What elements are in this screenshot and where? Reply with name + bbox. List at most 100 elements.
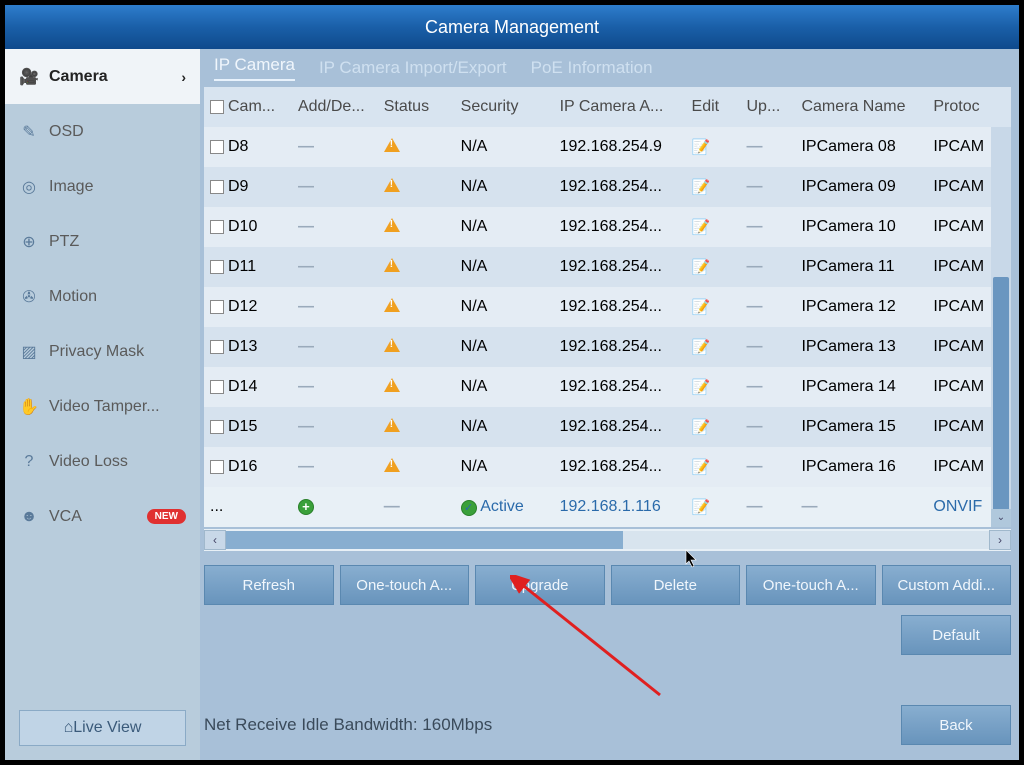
tabs: IP Camera IP Camera Import/Export PoE Info… <box>204 49 1011 87</box>
edit-icon[interactable]: 📝 <box>692 459 711 476</box>
edit-icon[interactable]: 📝 <box>692 139 711 156</box>
select-all-checkbox[interactable] <box>210 100 224 114</box>
sidebar-item-image[interactable]: ◎Image <box>5 159 200 214</box>
table-row[interactable]: D12—N/A192.168.254...📝—IPCamera 12IPCAM <box>204 287 1011 327</box>
security-cell: N/A <box>455 207 554 247</box>
add-delete-cell: — <box>298 418 314 435</box>
edit-icon[interactable]: 📝 <box>692 419 711 436</box>
column-header[interactable]: Security <box>455 87 554 127</box>
row-checkbox[interactable] <box>210 260 224 274</box>
security-cell: N/A <box>455 407 554 447</box>
camera-id: D11 <box>228 258 256 275</box>
live-view-button[interactable]: ⌂ Live View <box>19 710 186 746</box>
scroll-left-icon[interactable]: ‹ <box>204 530 226 550</box>
camera-name-cell: IPCamera 15 <box>795 407 927 447</box>
row-checkbox[interactable] <box>210 340 224 354</box>
security-cell: N/A <box>455 127 554 167</box>
table-row[interactable]: D16—N/A192.168.254...📝—IPCamera 16IPCAM <box>204 447 1011 487</box>
back-button[interactable]: Back <box>901 705 1011 745</box>
question-icon: ? <box>19 452 39 472</box>
sidebar-item-motion[interactable]: ✇Motion <box>5 269 200 324</box>
warning-icon <box>384 178 400 192</box>
upgrade-cell: — <box>746 418 762 435</box>
sidebar-item-vca[interactable]: ☻VCANEW <box>5 489 200 544</box>
row-checkbox[interactable] <box>210 300 224 314</box>
custom-adding-button[interactable]: Custom Addi... <box>882 565 1012 605</box>
vertical-scrollbar[interactable]: ⌄ <box>991 127 1011 527</box>
upgrade-button[interactable]: Upgrade <box>475 565 605 605</box>
column-header[interactable]: Camera Name <box>795 87 927 127</box>
sidebar-item-ptz[interactable]: ⊕PTZ <box>5 214 200 269</box>
refresh-button[interactable]: Refresh <box>204 565 334 605</box>
sidebar-item-privacy-mask[interactable]: ▨Privacy Mask <box>5 324 200 379</box>
camera-name-cell: IPCamera 10 <box>795 207 927 247</box>
camera-name-cell: IPCamera 12 <box>795 287 927 327</box>
add-delete-cell: — <box>298 218 314 235</box>
default-button[interactable]: Default <box>901 615 1011 655</box>
camera-icon: 🎥 <box>19 67 39 87</box>
edit-icon[interactable]: 📝 <box>692 259 711 276</box>
column-header[interactable]: Add/De... <box>292 87 378 127</box>
sidebar-item-video-tamper-[interactable]: ✋Video Tamper... <box>5 379 200 434</box>
camera-name-cell: IPCamera 13 <box>795 327 927 367</box>
row-checkbox[interactable] <box>210 380 224 394</box>
one-touch-adding-button[interactable]: One-touch A... <box>340 565 470 605</box>
edit-icon[interactable]: 📝 <box>692 499 711 516</box>
sidebar-item-osd[interactable]: ✎OSD <box>5 104 200 159</box>
tab-poe-information[interactable]: PoE Information <box>531 58 653 78</box>
row-checkbox[interactable] <box>210 460 224 474</box>
row-checkbox[interactable] <box>210 220 224 234</box>
camera-name-cell: IPCamera 08 <box>795 127 927 167</box>
ip-address-cell: 192.168.254... <box>554 247 686 287</box>
camera-id: D8 <box>228 138 248 155</box>
add-delete-cell: — <box>298 378 314 395</box>
upgrade-cell: — <box>746 298 762 315</box>
edit-icon[interactable]: 📝 <box>692 379 711 396</box>
table-row[interactable]: D9—N/A192.168.254...📝—IPCamera 09IPCAM <box>204 167 1011 207</box>
protocol-cell: ONVIF <box>933 498 982 515</box>
scrollbar-thumb[interactable] <box>993 277 1009 517</box>
live-view-label: Live View <box>73 719 141 737</box>
scroll-down-icon[interactable]: ⌄ <box>991 509 1011 527</box>
row-checkbox[interactable] <box>210 180 224 194</box>
sidebar-item-video-loss[interactable]: ?Video Loss <box>5 434 200 489</box>
row-checkbox[interactable] <box>210 420 224 434</box>
table-row[interactable]: D8—N/A192.168.254.9📝—IPCamera 08IPCAM <box>204 127 1011 167</box>
table-row[interactable]: D11—N/A192.168.254...📝—IPCamera 11IPCAM <box>204 247 1011 287</box>
camera-name-cell: — <box>801 498 817 515</box>
warning-icon <box>384 418 400 432</box>
table-row-discovered[interactable]: ...+—✓ Active192.168.1.116📝——ONVIF <box>204 487 1011 527</box>
camera-id: ... <box>204 487 292 527</box>
scroll-right-icon[interactable]: › <box>989 530 1011 550</box>
upgrade-cell: — <box>746 138 762 155</box>
horizontal-scrollbar[interactable]: ‹ › <box>204 529 1011 551</box>
edit-icon[interactable]: 📝 <box>692 179 711 196</box>
add-icon[interactable]: + <box>298 499 314 515</box>
edit-icon[interactable]: 📝 <box>692 339 711 356</box>
tab-ip-camera[interactable]: IP Camera <box>214 55 295 81</box>
ip-address-cell: 192.168.254... <box>554 207 686 247</box>
scrollbar-thumb[interactable] <box>226 531 623 549</box>
check-icon: ✓ <box>461 500 477 516</box>
column-header[interactable]: Status <box>378 87 455 127</box>
column-header[interactable]: Up... <box>740 87 795 127</box>
column-header[interactable]: IP Camera A... <box>554 87 686 127</box>
tab-ip-camera-import-export[interactable]: IP Camera Import/Export <box>319 58 507 78</box>
table-row[interactable]: D14—N/A192.168.254...📝—IPCamera 14IPCAM <box>204 367 1011 407</box>
column-header[interactable]: Protoc <box>927 87 1011 127</box>
delete-button[interactable]: Delete <box>611 565 741 605</box>
sidebar-item-camera[interactable]: 🎥Camera› <box>5 49 200 104</box>
edit-icon[interactable]: 📝 <box>692 219 711 236</box>
motion-icon: ✇ <box>19 287 39 307</box>
upgrade-cell: — <box>746 458 762 475</box>
camera-id: D14 <box>228 378 257 395</box>
sidebar-item-label: PTZ <box>49 233 79 251</box>
table-row[interactable]: D13—N/A192.168.254...📝—IPCamera 13IPCAM <box>204 327 1011 367</box>
row-checkbox[interactable] <box>210 140 224 154</box>
column-header[interactable]: Edit <box>686 87 741 127</box>
column-header[interactable]: Cam... <box>204 87 292 127</box>
table-row[interactable]: D10—N/A192.168.254...📝—IPCamera 10IPCAM <box>204 207 1011 247</box>
one-touch-activate-button[interactable]: One-touch A... <box>746 565 876 605</box>
edit-icon[interactable]: 📝 <box>692 299 711 316</box>
table-row[interactable]: D15—N/A192.168.254...📝—IPCamera 15IPCAM <box>204 407 1011 447</box>
